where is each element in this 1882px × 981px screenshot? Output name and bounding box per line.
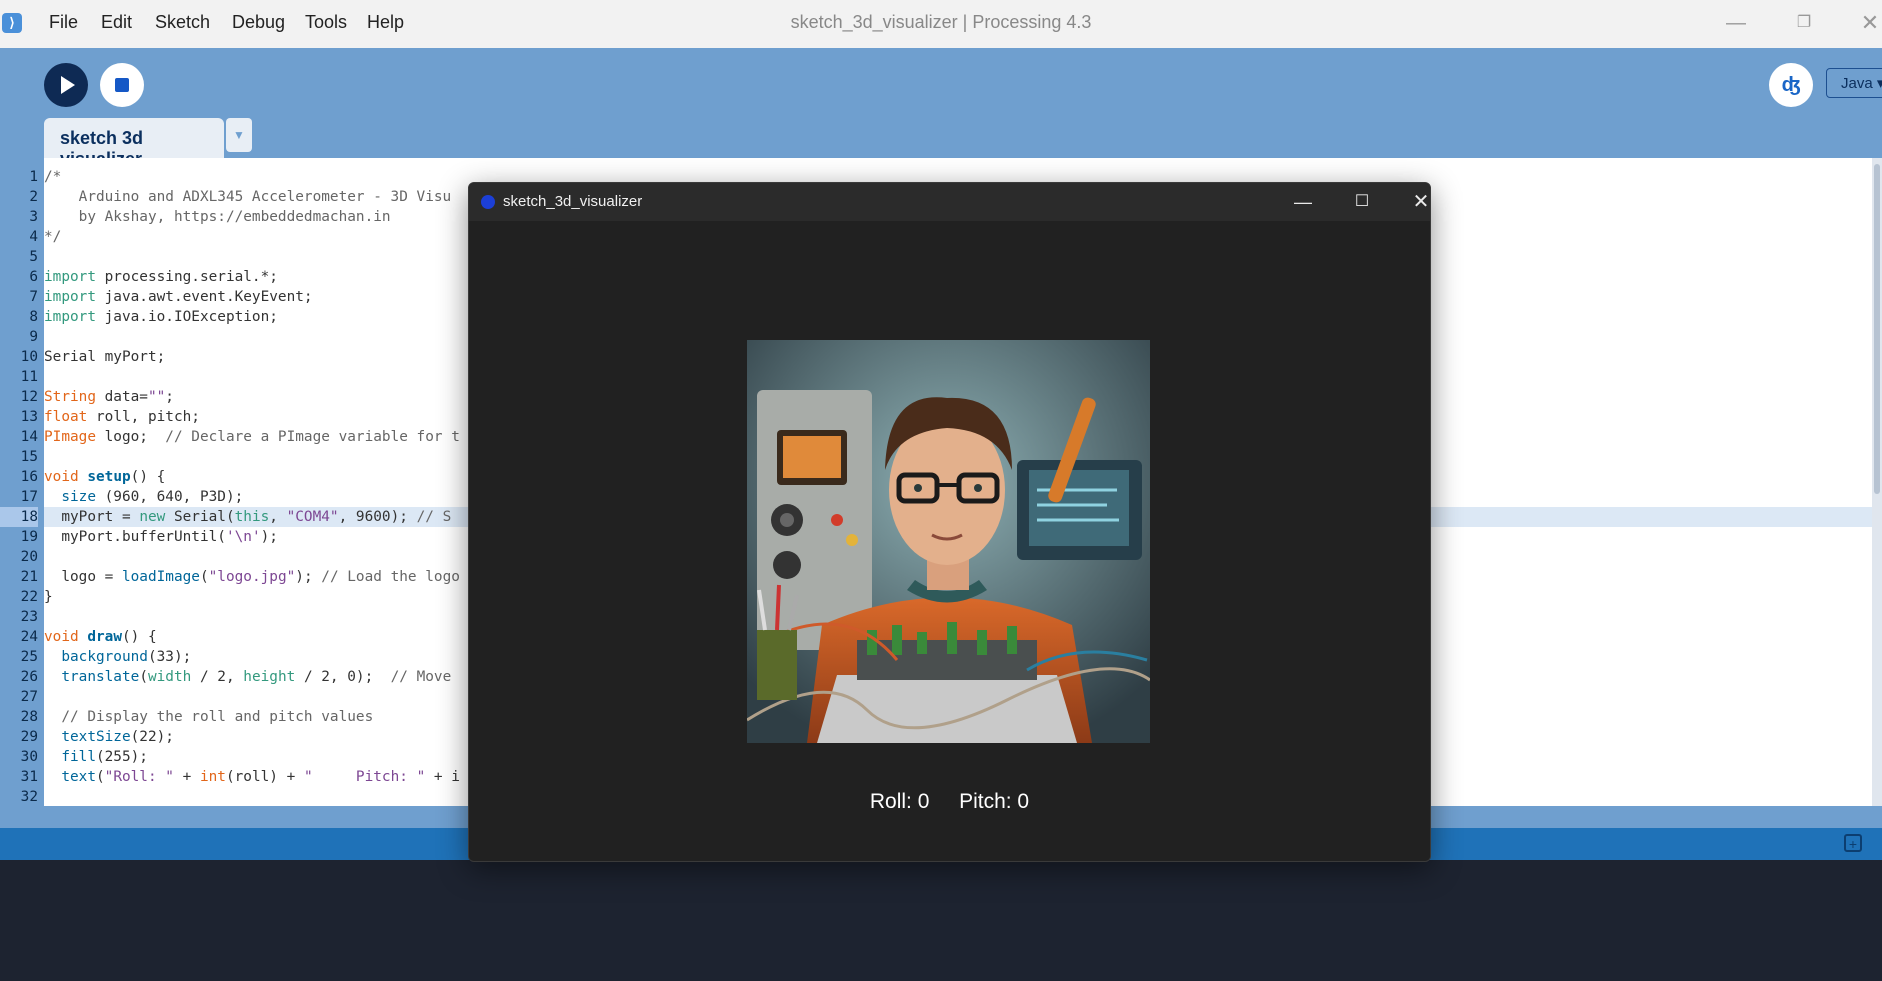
line-number: 18 [0, 507, 38, 527]
console-area [0, 860, 1882, 981]
maximize-icon[interactable]: ☐ [1340, 187, 1384, 217]
line-number: 13 [20, 409, 38, 425]
line-number: 10 [20, 349, 38, 365]
menu-debug[interactable]: Debug [232, 12, 285, 33]
line-number: 8 [29, 309, 38, 325]
sketch-window-title: sketch_3d_visualizer [503, 193, 643, 210]
line-number: 11 [20, 369, 38, 385]
processing-icon: ⟩ [2, 13, 22, 33]
tab-sketch[interactable]: sketch 3d visualizer [44, 118, 224, 169]
roll-pitch-readout: Roll: 0 Pitch: 0 [469, 790, 1430, 814]
minimize-icon[interactable]: — [1716, 8, 1756, 38]
line-number: 7 [29, 289, 38, 305]
line-number: 21 [20, 569, 38, 585]
play-icon [61, 76, 75, 94]
close-icon[interactable]: ✕ [1399, 187, 1430, 217]
pitch-value: Pitch: 0 [959, 790, 1030, 813]
processing-icon [481, 195, 495, 209]
line-number: 3 [29, 209, 38, 225]
line-number: 23 [20, 609, 38, 625]
sketch-window-titlebar[interactable]: sketch_3d_visualizer — ☐ ✕ [469, 183, 1430, 221]
menu-help[interactable]: Help [367, 12, 404, 33]
line-number: 14 [20, 429, 38, 445]
minimize-icon[interactable]: — [1281, 187, 1325, 217]
run-button[interactable] [44, 63, 88, 107]
logo-image [747, 340, 1150, 743]
line-number-gutter: 1 2 3 4 5 6 7 8 9 10 11 12 13 14 15 16 17 18 19 20 21 22 23 24 2… [0, 158, 44, 825]
line-number: 15 [20, 449, 38, 465]
menu-edit[interactable]: Edit [101, 12, 132, 33]
restore-icon[interactable]: ❐ [1784, 8, 1824, 38]
line-number: 5 [29, 249, 38, 265]
sketch-window: sketch_3d_visualizer — ☐ ✕ Roll: 0 Pitch… [468, 182, 1431, 862]
editor-scrollbar[interactable] [1872, 158, 1882, 806]
line-number: 12 [20, 389, 38, 405]
line-number: 20 [20, 549, 38, 565]
tab-menu-button[interactable]: ▼ [226, 118, 252, 152]
roll-value: Roll: 0 [869, 790, 930, 813]
line-number: 19 [20, 529, 38, 545]
line-number: 16 [20, 469, 38, 485]
line-number: 2 [29, 189, 38, 205]
sketch-canvas[interactable]: Roll: 0 Pitch: 0 [469, 221, 1430, 861]
line-number: 6 [29, 269, 38, 285]
line-number: 25 [20, 649, 38, 665]
line-number: 32 [20, 789, 38, 805]
line-number: 17 [20, 489, 38, 505]
stop-button[interactable] [100, 63, 144, 107]
debugger-button[interactable]: ʤ [1769, 63, 1813, 107]
menu-sketch[interactable]: Sketch [155, 12, 210, 33]
menu-file[interactable]: File [49, 12, 78, 33]
line-number: 1 [29, 169, 38, 185]
debug-icon: ʤ [1781, 74, 1801, 96]
line-number: 22 [20, 589, 38, 605]
title-bar: ⟩ File Edit Sketch Debug Tools Help sket… [0, 0, 1882, 48]
chevron-down-icon: ▼ [233, 128, 245, 142]
line-number: 28 [20, 709, 38, 725]
line-number: 27 [20, 689, 38, 705]
console-icon[interactable]: + [1844, 834, 1862, 852]
toolbar: ʤ Java ▾ [0, 48, 1882, 158]
line-number: 30 [20, 749, 38, 765]
stop-icon [115, 78, 129, 92]
logo-illustration [747, 340, 1150, 743]
menu-tools[interactable]: Tools [305, 12, 347, 33]
line-number: 24 [20, 629, 38, 645]
scrollbar-thumb[interactable] [1874, 164, 1880, 494]
line-number: 31 [20, 769, 38, 785]
line-number: 9 [29, 329, 38, 345]
close-icon[interactable]: ✕ [1850, 8, 1882, 38]
line-number: 29 [20, 729, 38, 745]
line-number: 4 [29, 229, 38, 245]
line-number: 26 [20, 669, 38, 685]
mode-selector[interactable]: Java ▾ [1826, 68, 1882, 98]
